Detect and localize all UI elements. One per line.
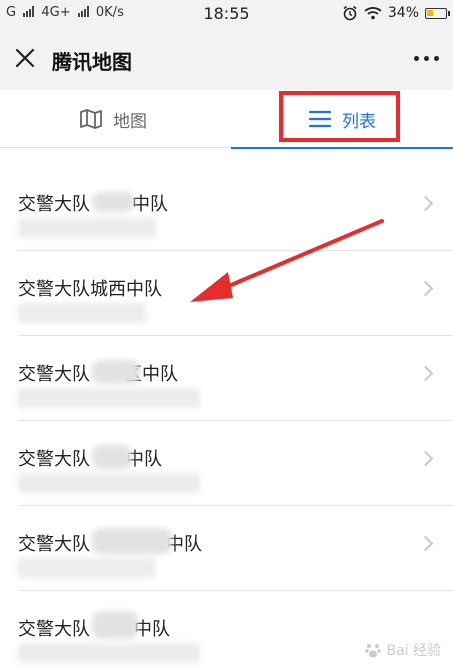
map-icon <box>80 109 102 129</box>
chevron-right-icon <box>417 535 434 552</box>
partial-previous-item <box>0 148 453 166</box>
list-item[interactable]: 交警大队 中队 <box>18 421 453 506</box>
battery-percent: 34% <box>387 5 419 21</box>
address-redacted <box>18 303 146 323</box>
annotation-highlight-box <box>279 91 400 142</box>
alarm-icon <box>343 5 357 21</box>
chevron-right-icon <box>417 450 434 467</box>
redaction-blur <box>92 192 134 212</box>
list-item[interactable]: 交警大队 中队 <box>18 166 453 251</box>
wifi-icon <box>364 7 382 20</box>
watermark-text: Bai 经验 <box>386 643 441 659</box>
redaction-blur <box>92 611 138 639</box>
list-item[interactable]: 交警大队 区中队 <box>18 336 453 421</box>
redaction-blur <box>92 445 132 469</box>
list-item[interactable]: 交警大队城西中队 <box>18 251 453 336</box>
paw-icon <box>365 644 382 658</box>
list-item-name: 交警大队 中队 <box>18 449 162 470</box>
status-bar: G 4G+ 0K/s 18:55 34% <box>0 0 453 28</box>
address-redacted <box>18 388 200 408</box>
more-menu-icon[interactable] <box>414 56 439 61</box>
close-icon[interactable] <box>14 47 36 69</box>
list-item-name: 交警大队城西中队 <box>18 279 162 300</box>
battery-fill <box>427 9 433 16</box>
address-redacted <box>18 558 156 578</box>
address-redacted <box>18 643 200 663</box>
page-title: 腾讯地图 <box>52 50 132 74</box>
redaction-blur <box>92 360 140 384</box>
status-right: 34% <box>342 5 450 21</box>
tab-map-label: 地图 <box>113 111 147 132</box>
list-item[interactable]: 交警大队 中队 <box>18 506 453 591</box>
watermark: Bai 经验 <box>364 640 441 660</box>
chevron-right-icon <box>417 195 434 212</box>
address-redacted <box>18 473 200 493</box>
chevron-right-icon <box>417 280 434 297</box>
title-bar: 腾讯地图 <box>0 28 453 90</box>
redaction-blur <box>92 528 172 554</box>
chevron-right-icon <box>417 365 434 382</box>
address-redacted <box>18 218 156 238</box>
tab-map[interactable]: 地图 <box>0 90 226 148</box>
battery-icon <box>425 7 450 19</box>
result-list: 交警大队 中队 交警大队城西中队 交警大队 区中队 交警大队 中队 交警大队 中队 交警… <box>0 148 453 672</box>
